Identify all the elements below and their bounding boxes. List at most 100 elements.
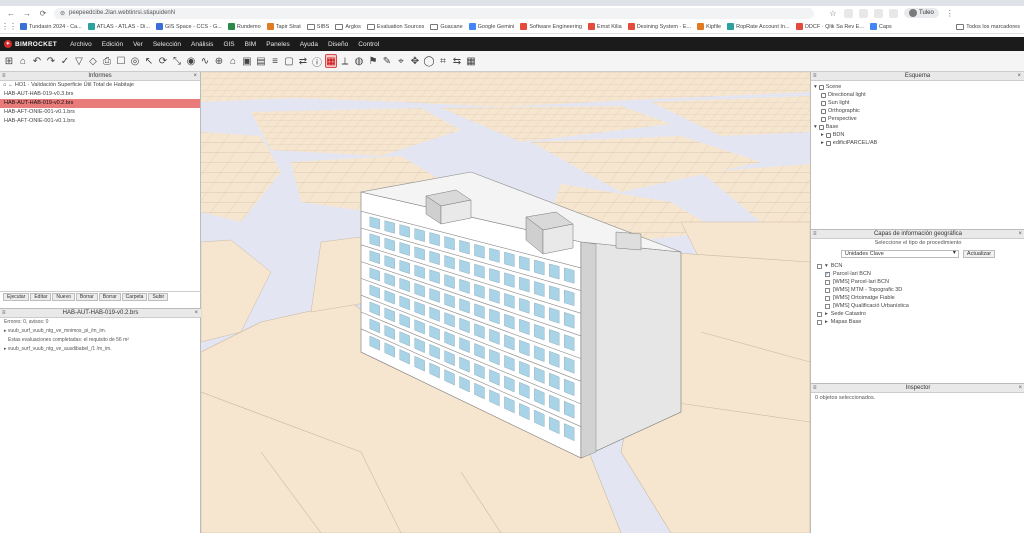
bookmark-item[interactable]: Tundasin 2024 - Ca... <box>20 23 82 30</box>
informes-ejecutar-button[interactable]: Ejecutar <box>3 293 30 301</box>
bookmark-item[interactable]: GIS Space - CCS - G... <box>155 23 222 30</box>
forward-icon[interactable]: → <box>22 8 32 18</box>
result-row[interactable]: Errores: 0, avisos: 0 <box>0 318 201 327</box>
extension-icon[interactable] <box>859 8 868 18</box>
layer-toggle-icon[interactable]: ▸ <box>825 319 828 325</box>
report-file-item[interactable]: HAB-AFT-ONIE-001-v0.1.brs <box>0 108 200 117</box>
menu-gis[interactable]: GIS <box>218 41 239 48</box>
layer-checkbox[interactable] <box>825 279 830 285</box>
layer-checkbox[interactable] <box>825 303 830 309</box>
extension-icon[interactable] <box>874 8 883 18</box>
tree-node[interactable]: Orthographic <box>814 107 1024 115</box>
bookmark-item[interactable]: Google Gemini <box>468 23 514 30</box>
bookmark-item[interactable]: Rundemo <box>227 23 261 30</box>
share-icon[interactable]: ⇄ <box>297 54 309 68</box>
menu-control[interactable]: Control <box>353 41 384 48</box>
print-icon[interactable]: ⎙ <box>101 54 113 68</box>
layer-checkbox[interactable] <box>825 287 830 293</box>
zoom-icon[interactable]: ⊕ <box>213 54 225 68</box>
filter-icon[interactable]: ▽ <box>73 54 85 68</box>
bookmark-item[interactable]: Kipfile <box>697 23 721 30</box>
crop-icon[interactable]: ⌗ <box>437 54 449 68</box>
informes-nuevo-button[interactable]: Nuevo <box>52 293 75 301</box>
home-view-icon[interactable]: ⌂ <box>227 54 239 68</box>
layer-checkbox[interactable] <box>825 295 830 301</box>
tree-node[interactable]: Perspective <box>814 115 1024 123</box>
frame-icon[interactable]: ▢ <box>283 54 295 68</box>
bookmark-item[interactable]: SIBS <box>306 23 329 30</box>
extension-icon[interactable] <box>889 8 898 18</box>
tree-node[interactable]: Sun light <box>814 99 1024 107</box>
layer-checkbox[interactable] <box>817 311 822 317</box>
bookmark-star-icon[interactable]: ☆ <box>828 8 838 18</box>
tree-toggle-icon[interactable]: ▾ <box>814 123 817 131</box>
bookmark-item[interactable]: RopRate Account In... <box>727 23 790 30</box>
layer-checkbox[interactable] <box>817 319 822 325</box>
bookmark-item[interactable]: Tapir Strat <box>266 23 301 30</box>
close-icon[interactable]: × <box>1017 72 1021 81</box>
bookmark-item[interactable]: ODCF · Qlik Sa Rev E... <box>795 23 864 30</box>
tree-toggle-icon[interactable]: ▸ <box>821 139 824 147</box>
apps-grid-icon[interactable]: ⋮⋮ <box>1 22 17 32</box>
gis-layer-item[interactable]: [WMS] Parcel·lari BCN <box>817 278 1024 286</box>
panel-menu-icon[interactable]: ≡ <box>2 309 6 318</box>
reload-icon[interactable]: ⟳ <box>38 8 48 18</box>
gis-layer-item[interactable]: ▾ BCN <box>817 262 1024 270</box>
bookmark-item[interactable]: Desining System · E... <box>627 23 691 30</box>
layers-icon[interactable]: ≡ <box>269 54 281 68</box>
check-icon[interactable]: ✓ <box>59 54 71 68</box>
menu-bim[interactable]: BIM <box>240 41 262 48</box>
panel-menu-icon[interactable]: ≡ <box>813 230 817 239</box>
report-file-item[interactable]: HAB-AUT-HAB-019-v0.3.brs <box>0 90 200 99</box>
cursor-icon[interactable]: ↖ <box>143 54 155 68</box>
menu-selección[interactable]: Selección <box>148 41 186 48</box>
breadcrumb-back-icon[interactable]: ⌂ ← <box>3 82 13 88</box>
box-icon[interactable]: ▣ <box>241 54 253 68</box>
gis-layer-item[interactable]: ▸ Mapas Base <box>817 318 1024 326</box>
layer-checkbox[interactable] <box>817 263 822 269</box>
panel-menu-icon[interactable]: ≡ <box>813 72 817 81</box>
menu-edición[interactable]: Edición <box>97 41 128 48</box>
layer-checkbox[interactable]: ✓ <box>825 271 830 277</box>
menu-análisis[interactable]: Análisis <box>186 41 218 48</box>
informes-borrar-button[interactable]: Borrar <box>98 293 121 301</box>
bookmark-item[interactable]: Ernst Kilia <box>587 23 622 30</box>
breadcrumb[interactable]: ⌂ ← HO1 · Validación Superficie Útil Tot… <box>0 81 200 90</box>
back-icon[interactable]: ← <box>6 8 16 18</box>
flag-icon[interactable]: ⚑ <box>367 54 379 68</box>
redo-icon[interactable]: ↷ <box>45 54 57 68</box>
scale-icon[interactable]: ⤡ <box>171 54 183 68</box>
gis-layer-item[interactable]: [WMS] MTM - Topografic 3D <box>817 286 1024 294</box>
bookmark-item[interactable]: Arglos <box>335 23 361 30</box>
eye-icon[interactable]: ◉ <box>185 54 197 68</box>
close-icon[interactable]: × <box>193 72 197 81</box>
close-icon[interactable]: × <box>1018 230 1022 239</box>
gis-layer-item[interactable]: ▸ Sede Catastro <box>817 310 1024 318</box>
bookmark-item[interactable]: Software Engineering <box>520 23 582 30</box>
grid-icon[interactable]: ⊞ <box>3 54 15 68</box>
update-button[interactable]: Actualizar <box>962 249 996 258</box>
close-icon[interactable]: × <box>1018 384 1022 393</box>
layer-toggle-icon[interactable]: ▸ <box>825 311 828 317</box>
gis-layer-item[interactable]: [WMS] Ortoimatge Fiable <box>817 294 1024 302</box>
menu-archivo[interactable]: Archivo <box>65 41 97 48</box>
panel-menu-icon[interactable]: ≡ <box>2 72 6 81</box>
report-icon[interactable]: ▦ <box>325 54 337 68</box>
informes-carpeta-button[interactable]: Carpeta <box>121 293 148 301</box>
layout-icon[interactable]: ▤ <box>255 54 267 68</box>
browser-menu-icon[interactable]: ⋮ <box>945 8 955 18</box>
grid-alt-icon[interactable]: ▦ <box>465 54 477 68</box>
layer-toggle-icon[interactable]: ▾ <box>825 263 828 269</box>
result-row[interactable]: ▸ vuub_surf_vuub_ntg_ve_mnimos_pi_/m_im. <box>0 327 201 336</box>
cube-icon[interactable]: ◇ <box>87 54 99 68</box>
menu-ver[interactable]: Ver <box>128 41 148 48</box>
info-icon[interactable]: ⓘ <box>311 54 323 69</box>
gis-layer-item[interactable]: [WMS] Qualificació Urbanística <box>817 302 1024 310</box>
orbit-icon[interactable]: ⟳ <box>157 54 169 68</box>
panel-menu-icon[interactable]: ≡ <box>813 384 817 393</box>
undo-icon[interactable]: ↶ <box>31 54 43 68</box>
menu-paneles[interactable]: Paneles <box>261 41 295 48</box>
bookmark-item[interactable]: ATLAS - ATLAS - Di... <box>87 23 150 30</box>
menu-diseño[interactable]: Diseño <box>323 41 353 48</box>
all-bookmarks-item[interactable]: Todos los marcadores <box>956 23 1020 30</box>
